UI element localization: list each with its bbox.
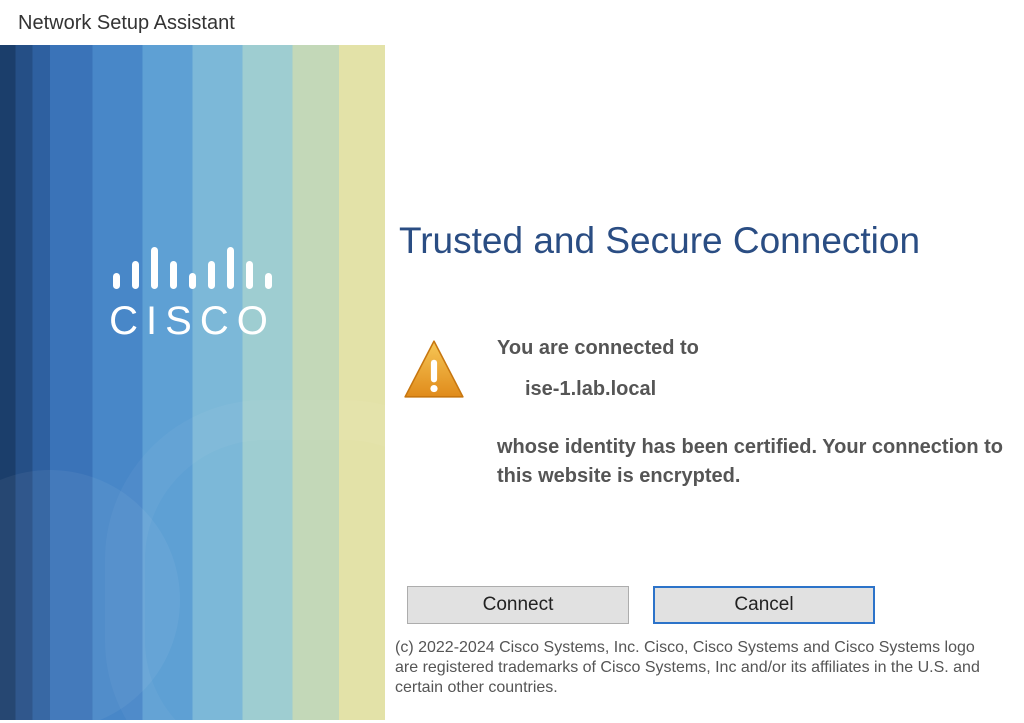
connected-label: You are connected to [497, 337, 1004, 360]
cisco-signal-icon [109, 241, 276, 289]
headline: Trusted and Secure Connection [399, 220, 1004, 262]
info-text: You are connected to ise-1.lab.local who… [467, 337, 1004, 491]
window-title: Network Setup Assistant [0, 0, 1024, 45]
cisco-logo-text: CISCO [109, 299, 276, 344]
side-banner: CISCO [0, 45, 385, 720]
main-container: CISCO Trusted and Secure Connection [0, 45, 1024, 720]
content-pane: Trusted and Secure Connection You ar [385, 45, 1024, 720]
identity-text: whose identity has been certified. Your … [497, 433, 1004, 491]
host-name: ise-1.lab.local [525, 378, 1004, 401]
cancel-button[interactable]: Cancel [653, 586, 875, 624]
warning-icon [401, 337, 467, 491]
info-row: You are connected to ise-1.lab.local who… [401, 337, 1004, 491]
connect-button[interactable]: Connect [407, 586, 629, 624]
cisco-logo: CISCO [109, 241, 276, 344]
legal-text: (c) 2022-2024 Cisco Systems, Inc. Cisco,… [395, 638, 1004, 698]
button-row: Connect Cancel [407, 586, 1004, 624]
